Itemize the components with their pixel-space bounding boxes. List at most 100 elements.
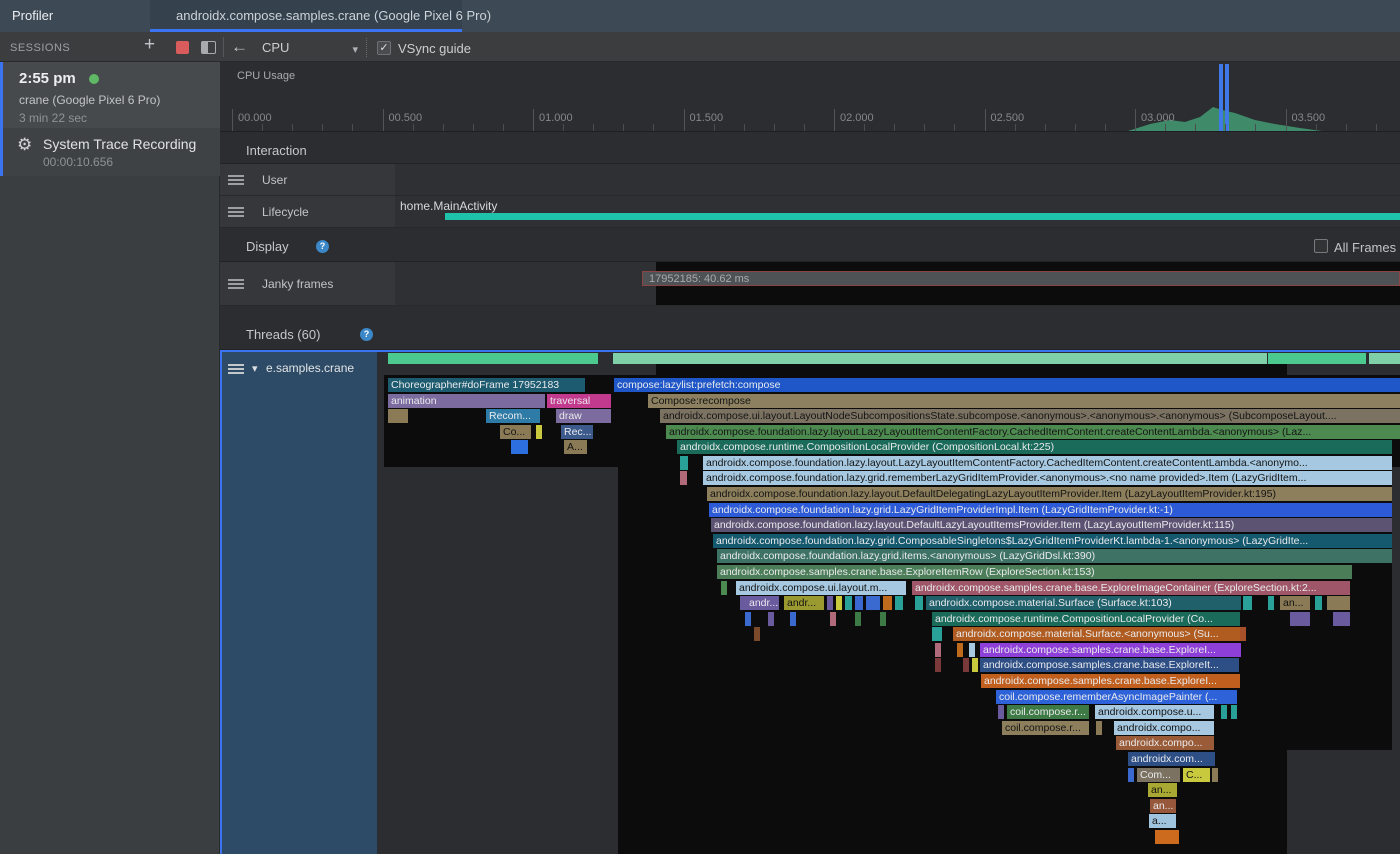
trace-span[interactable]: androidx.compose.u... <box>1095 705 1214 719</box>
trace-span-small[interactable] <box>745 612 751 626</box>
trace-span-small[interactable] <box>1096 721 1102 735</box>
trace-span-small[interactable] <box>845 596 852 610</box>
trace-span[interactable]: animation <box>388 394 545 408</box>
user-track-content[interactable] <box>395 164 1400 196</box>
trace-span[interactable]: androidx.compose.runtime.CompositionLoca… <box>677 440 1392 454</box>
trace-span-small[interactable] <box>388 409 408 423</box>
trace-span-small[interactable] <box>1327 596 1350 610</box>
trace-span-small[interactable] <box>1290 612 1310 626</box>
trace-span[interactable]: andr... <box>784 596 824 610</box>
trace-span[interactable]: Choreographer#doFrame 17952183 <box>388 378 585 392</box>
trace-span-small[interactable] <box>1212 768 1218 782</box>
lifecycle-event-bar[interactable] <box>445 213 1400 220</box>
drag-handle-icon[interactable] <box>228 364 244 374</box>
trace-span-small[interactable] <box>536 425 542 439</box>
trace-span[interactable]: coil.compose.r... <box>1007 705 1089 719</box>
trace-span-small[interactable] <box>680 456 688 470</box>
trace-span-small[interactable] <box>827 596 833 610</box>
lifecycle-track-label-col[interactable]: Lifecycle <box>220 196 395 228</box>
trace-span[interactable]: androidx.compose.foundation.lazy.grid.re… <box>703 471 1392 485</box>
drag-handle-icon[interactable] <box>228 207 244 217</box>
trace-span-small[interactable] <box>935 643 941 657</box>
trace-span-small[interactable] <box>836 596 842 610</box>
trace-span-small[interactable] <box>935 658 941 672</box>
trace-span[interactable]: an... <box>1280 596 1310 610</box>
trace-span[interactable]: androidx.compose.samples.crane.base.Expl… <box>912 581 1350 595</box>
trace-span-small[interactable] <box>1173 830 1179 844</box>
trace-span-small[interactable] <box>998 705 1004 719</box>
expand-thread-icon[interactable]: ▾ <box>252 362 258 375</box>
trace-span[interactable]: A... <box>564 440 587 454</box>
trace-span-small[interactable] <box>1315 596 1322 610</box>
trace-span[interactable]: androidx.compose.runtime.CompositionLoca… <box>932 612 1240 626</box>
vsync-checkbox[interactable]: ✓ <box>377 41 391 55</box>
trace-span-small[interactable] <box>866 596 880 610</box>
trace-span[interactable]: Recom... <box>486 409 540 423</box>
trace-span-small[interactable] <box>768 612 774 626</box>
trace-span-small[interactable] <box>790 612 796 626</box>
trace-span-small[interactable] <box>1268 596 1274 610</box>
trace-span[interactable]: androidx.compo... <box>1116 736 1214 750</box>
trace-span-small[interactable] <box>915 596 923 610</box>
thread-state-bar[interactable] <box>613 353 1267 364</box>
trace-span[interactable]: Co... <box>500 425 531 439</box>
thread-state-bar[interactable] <box>1268 353 1366 364</box>
trace-span[interactable]: compose:lazylist:prefetch:compose <box>614 378 1400 392</box>
trace-span[interactable]: androidx.compose.foundation.lazy.layout.… <box>666 425 1400 439</box>
trace-span[interactable]: C... <box>1183 768 1210 782</box>
trace-span[interactable]: androidx.compose.foundation.lazy.grid.La… <box>709 503 1392 517</box>
trace-span-small[interactable] <box>880 612 886 626</box>
thread-state-bar[interactable] <box>1369 353 1400 364</box>
trace-span[interactable]: androidx.compose.foundation.lazy.layout.… <box>703 456 1392 470</box>
trace-span-small[interactable] <box>972 658 978 672</box>
trace-span-small[interactable] <box>883 596 892 610</box>
trace-span[interactable]: draw <box>556 409 611 423</box>
thread-label-col[interactable]: ▾ e.samples.crane <box>220 352 377 854</box>
trace-span[interactable]: androidx.compose.ui.layout.m... <box>736 581 906 595</box>
session-artifact[interactable]: ⚙ System Trace Recording 00:00:10.656 <box>0 128 220 176</box>
trace-span[interactable]: a... <box>1149 814 1176 828</box>
trace-span-small[interactable] <box>1243 596 1252 610</box>
all-frames-checkbox[interactable] <box>1314 239 1328 253</box>
add-session-icon[interactable]: + <box>144 34 155 56</box>
trace-span[interactable]: androidx.compose.foundation.lazy.grid.it… <box>717 549 1392 563</box>
trace-span[interactable]: androidx.compose.foundation.lazy.grid.Co… <box>713 534 1392 548</box>
janky-track-label-col[interactable]: Janky frames <box>220 262 395 306</box>
trace-span-small[interactable] <box>511 440 528 454</box>
trace-span[interactable]: an... <box>1150 799 1176 813</box>
trace-span-small[interactable] <box>1128 768 1134 782</box>
drag-handle-icon[interactable] <box>228 175 244 185</box>
trace-span[interactable]: androidx.compo... <box>1114 721 1214 735</box>
trace-span[interactable]: Compose:recompose <box>648 394 1400 408</box>
trace-span[interactable]: androidx.compose.samples.crane.base.Expl… <box>981 674 1240 688</box>
trace-span[interactable]: androidx.compose.foundation.lazy.layout.… <box>711 518 1392 532</box>
trace-span[interactable]: coil.compose.r... <box>1002 721 1089 735</box>
user-track-label-col[interactable]: User <box>220 164 395 196</box>
trace-span[interactable]: androidx.compose.samples.crane.base.Expl… <box>717 565 1352 579</box>
trace-span[interactable]: androidx.compose.ui.layout.LayoutNodeSub… <box>660 409 1400 423</box>
back-arrow-icon[interactable]: ← <box>231 37 248 57</box>
trace-span[interactable]: androidx.compose.samples.crane.base.Expl… <box>980 658 1239 672</box>
tab-profiler[interactable]: Profiler <box>12 8 53 23</box>
trace-span[interactable]: androidx.compose.material.Surface (Surfa… <box>926 596 1241 610</box>
trace-span-small[interactable] <box>830 612 836 626</box>
trace-span[interactable]: androidx.com... <box>1128 752 1215 766</box>
trace-span[interactable]: coil.compose.rememberAsyncImagePainter (… <box>996 690 1237 704</box>
cpu-usage-track[interactable]: CPU Usage 00.00000.50001.00001.50002.000… <box>220 62 1400 132</box>
flame-area[interactable]: Choreographer#doFrame 17952183 animationt… <box>377 352 1400 854</box>
session-card[interactable]: 2:55 pm crane (Google Pixel 6 Pro) 3 min… <box>0 62 220 128</box>
trace-span-small[interactable] <box>1231 705 1237 719</box>
trace-span-small[interactable] <box>932 627 942 641</box>
trace-span[interactable]: Rec... <box>561 425 593 439</box>
help-icon[interactable]: ? <box>316 240 329 253</box>
trace-span-small[interactable] <box>855 612 861 626</box>
trace-span-small[interactable] <box>1333 612 1350 626</box>
trace-span[interactable]: androidx.compose.foundation.lazy.layout.… <box>707 487 1392 501</box>
trace-span-small[interactable] <box>855 596 863 610</box>
trace-span-small[interactable] <box>1221 705 1227 719</box>
trace-span[interactable]: traversal <box>547 394 611 408</box>
trace-span[interactable]: an... <box>1148 783 1177 797</box>
janky-track-content[interactable]: 17952185: 40.62 ms <box>395 262 1400 306</box>
drag-handle-icon[interactable] <box>228 279 244 289</box>
trace-span-small[interactable] <box>895 596 903 610</box>
